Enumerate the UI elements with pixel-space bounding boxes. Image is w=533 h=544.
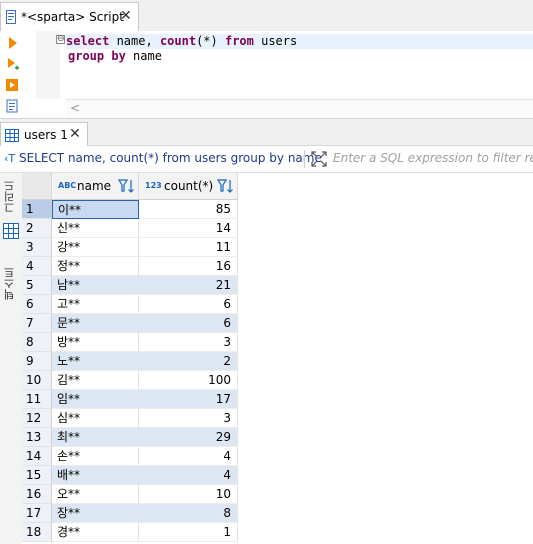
text-type-icon: ABC — [58, 181, 77, 190]
code-line-1[interactable]: select name, count(*) from users — [66, 34, 533, 49]
side-tab-text[interactable]: 텍스트 — [0, 259, 22, 309]
table-row[interactable]: 15 배** 4 — [22, 466, 238, 485]
expand-icon[interactable] — [311, 151, 327, 167]
table-row[interactable]: 17 장** 8 — [22, 504, 238, 523]
table-row[interactable]: 2 신** 14 — [22, 219, 238, 238]
execute-statement-icon[interactable] — [4, 35, 20, 51]
table-row[interactable]: 6 고** 6 — [22, 295, 238, 314]
table-row[interactable]: 1 이** 85 — [22, 200, 238, 219]
editor-toolbar — [0, 31, 24, 118]
table-row[interactable]: 7 문** 6 — [22, 314, 238, 333]
filter-query-text[interactable]: ‹T SELECT name, count(*) from users grou… — [4, 151, 322, 165]
results-tab-label: users 1 — [24, 128, 68, 142]
table-row[interactable]: 14 손** 4 — [22, 447, 238, 466]
table-row[interactable]: 4 정** 16 — [22, 257, 238, 276]
horizontal-scrollbar[interactable]: < — [66, 99, 533, 118]
results-grid[interactable]: ABC name 123 count(*) 1 이** 85 2 신** 14 3 강**… — [22, 173, 533, 544]
table-row[interactable]: 12 심** 3 — [22, 409, 238, 428]
execute-new-tab-icon[interactable] — [4, 56, 20, 72]
filter-sort-icon[interactable] — [118, 178, 136, 194]
table-row[interactable]: 5 남** 21 — [22, 276, 238, 295]
table-row[interactable]: 18 경** 1 — [22, 523, 238, 542]
table-row[interactable]: 9 노** 2 — [22, 352, 238, 371]
code-line-2[interactable]: group by name — [68, 49, 162, 64]
column-header-count[interactable]: 123 count(*) — [139, 173, 238, 200]
table-row[interactable]: 8 방** 3 — [22, 333, 238, 352]
column-label: name — [77, 179, 112, 193]
tab-users-1[interactable]: users 1 ✕ — [0, 122, 88, 147]
table-row[interactable]: 3 강** 11 — [22, 238, 238, 257]
table-row[interactable]: 16 오** 10 — [22, 485, 238, 504]
number-type-icon: 123 — [145, 181, 162, 190]
fold-toggle-icon[interactable]: ⊖ — [56, 35, 65, 44]
editor-tab-script[interactable]: *<sparta> Script ✕ — [0, 2, 139, 31]
side-tab-grid[interactable]: 그리드 — [0, 179, 22, 215]
table-icon — [5, 129, 19, 142]
execute-script-icon[interactable] — [4, 77, 20, 93]
table-row[interactable]: 10 김** 100 — [22, 371, 238, 390]
grid-icon[interactable] — [3, 223, 19, 239]
table-row[interactable]: 13 최** 29 — [22, 428, 238, 447]
side-tabs: 그리드 텍스트 — [0, 173, 23, 544]
close-icon[interactable]: ✕ — [120, 8, 132, 24]
editor-tab-strip: *<sparta> Script ✕ — [0, 0, 533, 32]
filter-bar: ‹T SELECT name, count(*) from users grou… — [0, 146, 533, 173]
filter-input[interactable] — [333, 148, 533, 168]
filter-sort-icon[interactable] — [217, 178, 235, 194]
scroll-left-icon[interactable]: < — [70, 101, 80, 115]
table-row[interactable]: 11 임** 17 — [22, 390, 238, 409]
column-header-name[interactable]: ABC name — [52, 173, 139, 200]
script-file-icon — [6, 10, 16, 24]
sql-editor[interactable]: ⊖ select name, count(*) from users group… — [24, 31, 533, 118]
column-label: count(*) — [164, 179, 214, 193]
row-number-header — [22, 173, 52, 200]
editor-tab-label: *<sparta> Script — [21, 10, 124, 24]
explain-plan-icon[interactable] — [4, 98, 20, 114]
sql-text-icon: ‹T — [4, 152, 16, 165]
close-icon[interactable]: ✕ — [69, 126, 81, 142]
divider — [304, 150, 305, 168]
results-tab-strip: users 1 ✕ — [0, 118, 533, 147]
